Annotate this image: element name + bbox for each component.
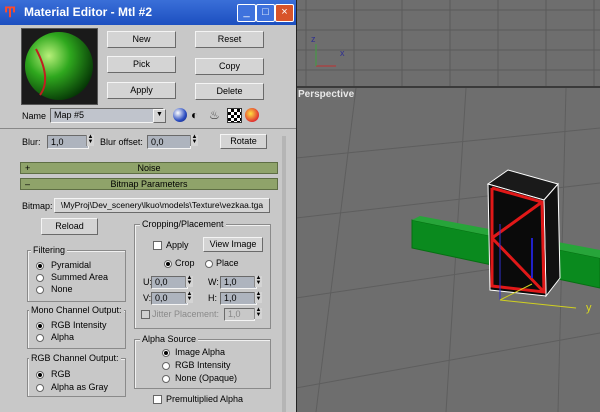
alpha-source-title: Alpha Source (140, 334, 199, 344)
panel-scrollbar[interactable] (282, 136, 286, 412)
reset-button[interactable]: Reset (195, 31, 264, 48)
bitmap-label: Bitmap: (22, 201, 53, 211)
blur-offset-label: Blur offset: (100, 137, 143, 147)
new-button[interactable]: New (107, 31, 176, 48)
alpha-as-gray-radio[interactable] (36, 384, 44, 392)
w-label: W: (208, 277, 219, 287)
u-field[interactable]: 0,0 (151, 276, 188, 289)
apply-button[interactable]: Apply (107, 82, 176, 99)
app-logo-icon: Ͳ (4, 4, 17, 20)
name-dropdown-button[interactable]: ▼ (153, 109, 166, 123)
filtering-summed-area-label: Summed Area (51, 272, 109, 282)
scene-3d (296, 88, 600, 412)
alpha-rgb-intensity-radio[interactable] (162, 362, 170, 370)
mono-alpha-label: Alpha (51, 332, 75, 342)
u-spinner[interactable]: ▲ ▼ (185, 275, 193, 287)
v-label: V: (143, 293, 152, 303)
mono-rgb-intensity-radio[interactable] (36, 322, 44, 330)
rgb-output-radio[interactable] (36, 371, 44, 379)
w-spinner[interactable]: ▲ ▼ (254, 275, 262, 287)
jitter-field[interactable]: 1,0 (224, 308, 255, 321)
material-library-icon[interactable] (173, 108, 187, 122)
pick-button[interactable]: Pick (107, 56, 176, 73)
h-label: H: (208, 293, 217, 303)
pick-material-icon[interactable]: ◐ (191, 108, 205, 122)
blur-offset-spinner[interactable]: ▲ ▼ (190, 134, 198, 146)
noise-rollout[interactable]: + Noise (20, 162, 278, 174)
divider (0, 128, 296, 129)
blur-offset-field[interactable]: 0,0 (147, 135, 191, 149)
v-spinner[interactable]: ▲ ▼ (185, 291, 193, 303)
mono-channel-title: Mono Channel Output: (29, 305, 124, 315)
reload-button[interactable]: Reload (41, 218, 98, 235)
top-axis-z-label: z (311, 34, 316, 44)
show-map-icon[interactable] (245, 108, 259, 122)
bitmap-parameters-label: Bitmap Parameters (110, 179, 188, 189)
filtering-none-radio[interactable] (36, 286, 44, 294)
premultiplied-alpha-checkbox[interactable] (153, 395, 162, 404)
crop-radio[interactable] (164, 260, 172, 268)
top-axis-x-label: x (340, 48, 345, 58)
jitter-spinner[interactable]: ▲ ▼ (254, 307, 262, 319)
filtering-title: Filtering (31, 245, 68, 255)
place-radio-label: Place (216, 258, 239, 268)
filtering-summed-area-radio[interactable] (36, 274, 44, 282)
minimize-button[interactable]: _ (237, 4, 256, 22)
copy-button[interactable]: Copy (195, 58, 264, 75)
window-title: Material Editor - Mtl #2 (24, 5, 153, 19)
bitmap-parameters-rollout[interactable]: – Bitmap Parameters (20, 178, 278, 190)
mono-rgb-intensity-label: RGB Intensity (51, 320, 107, 330)
alpha-image-alpha-radio[interactable] (162, 349, 170, 357)
rgb-channel-title: RGB Channel Output: (29, 353, 121, 363)
delete-button[interactable]: Delete (195, 83, 264, 100)
v-field[interactable]: 0,0 (151, 292, 188, 305)
h-field[interactable]: 1,0 (220, 292, 257, 305)
filtering-pyramidal-radio[interactable] (36, 262, 44, 270)
crop-apply-label: Apply (166, 240, 189, 250)
filtering-pyramidal-label: Pyramidal (51, 260, 92, 270)
selected-box (486, 169, 561, 298)
premultiplied-alpha-label: Premultiplied Alpha (166, 394, 244, 404)
jitter-placement-checkbox[interactable] (141, 310, 150, 319)
alpha-as-gray-label: Alpha as Gray (51, 382, 109, 392)
h-spinner[interactable]: ▲ ▼ (254, 291, 262, 303)
top-viewport-grid (296, 0, 600, 86)
alpha-image-alpha-label: Image Alpha (175, 347, 226, 357)
blur-label: Blur: (22, 137, 41, 147)
rgb-output-label: RGB (51, 369, 71, 379)
noise-rollout-label: Noise (137, 163, 161, 173)
crop-radio-label: Crop (175, 258, 195, 268)
w-field[interactable]: 1,0 (220, 276, 257, 289)
crop-apply-checkbox[interactable] (153, 241, 162, 250)
close-button[interactable]: × (275, 4, 294, 22)
rotate-button[interactable]: Rotate (220, 134, 267, 149)
alpha-none-opaque-label: None (Opaque) (175, 373, 238, 383)
alpha-rgb-intensity-label: RGB Intensity (175, 360, 231, 370)
name-field[interactable]: Map #5 (50, 108, 164, 123)
jitter-placement-label: Jitter Placement: (152, 309, 220, 319)
place-radio[interactable] (205, 260, 213, 268)
blur-field[interactable]: 1,0 (47, 135, 89, 149)
put-to-scene-icon[interactable]: ♨ (209, 108, 223, 122)
material-preview[interactable] (21, 28, 98, 105)
blur-spinner[interactable]: ▲ ▼ (86, 134, 94, 146)
filtering-none-label: None (51, 284, 73, 294)
maximize-button[interactable]: □ (256, 4, 275, 22)
bitmap-path-button[interactable]: \MyProj\Dev_scenery\lkuo\models\Texture\… (54, 198, 270, 213)
checker-background-icon[interactable] (227, 108, 242, 123)
cropping-placement-title: Cropping/Placement (140, 219, 226, 229)
persp-axis-y-label: y (586, 302, 592, 314)
view-image-button[interactable]: View Image (203, 237, 263, 252)
sample-sphere-icon (22, 29, 97, 104)
alpha-none-opaque-radio[interactable] (162, 375, 170, 383)
name-label: Name (22, 111, 47, 121)
mono-alpha-radio[interactable] (36, 334, 44, 342)
